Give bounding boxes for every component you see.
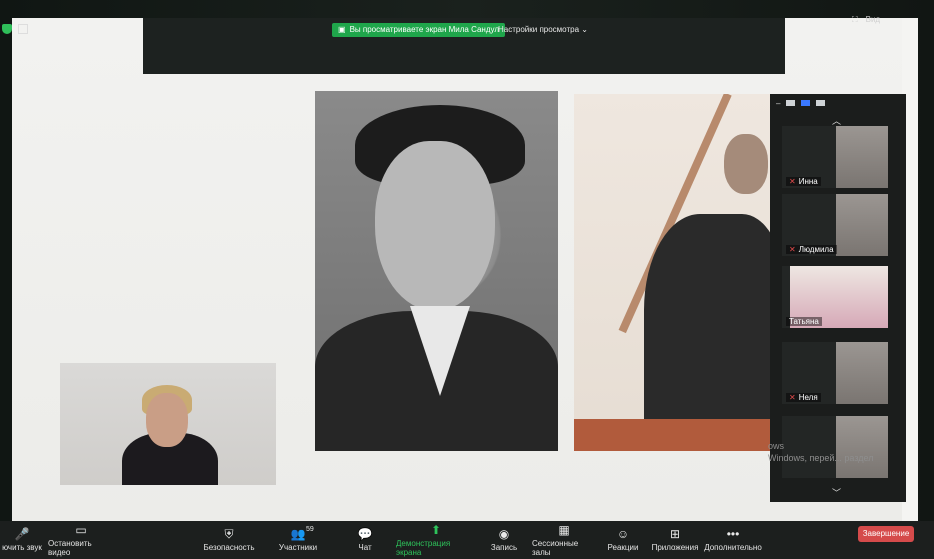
participant-video <box>836 342 888 404</box>
screen-share-icon: ▣ <box>338 25 346 34</box>
portrait-photo-bw <box>315 91 558 451</box>
apps-button[interactable]: ⊞ Приложения <box>650 521 700 559</box>
view-menu[interactable]: ⛶ Вид <box>852 15 880 25</box>
chat-icon: 💬 <box>357 527 373 541</box>
participant-tile[interactable]: ✕ Неля <box>782 342 888 404</box>
participant-label: Татьяна <box>786 317 822 326</box>
breakout-rooms-button[interactable]: ▦ Сессионные залы <box>532 521 596 559</box>
breakout-grid-icon: ▦ <box>558 522 570 537</box>
top-left-icons <box>2 24 28 34</box>
participant-tile[interactable]: Татьяна <box>782 266 888 328</box>
thumbnail-view-icon[interactable] <box>786 100 796 106</box>
view-options-button[interactable]: Настройки просмотра ⌄ <box>498 23 588 37</box>
camera-icon: ▭ <box>75 522 87 537</box>
video-button[interactable]: ▭ Остановить видео <box>48 521 114 559</box>
participant-video <box>836 194 888 256</box>
participant-video <box>836 126 888 188</box>
view-label: Вид <box>865 15 881 24</box>
participants-count: 59 <box>306 526 314 533</box>
meeting-toolbar: 🎤 ючить звук ▭ Остановить видео ⛨ Безопа… <box>0 521 934 559</box>
record-icon: ◉ <box>498 527 510 541</box>
people-icon: 👥 <box>290 527 306 541</box>
share-screen-button[interactable]: ⬆ Демонстрация экрана <box>396 521 476 559</box>
participant-label: ✕ Людмила <box>786 245 837 254</box>
fullscreen-icon[interactable]: ⛶ <box>852 15 858 25</box>
participant-tile[interactable]: ✕ Людмила <box>782 194 888 256</box>
record-button[interactable]: ◉ Запись <box>490 521 518 559</box>
participant-tile[interactable]: ✕ Инна <box>782 126 888 188</box>
chevron-down-icon: ⌄ <box>581 25 588 34</box>
smiley-icon: ☺ <box>616 527 630 541</box>
share-screen-icon: ⬆ <box>430 522 442 537</box>
more-button[interactable]: ••• Дополнительно <box>704 521 762 559</box>
participants-button[interactable]: 👥 Участники 59 <box>276 521 320 559</box>
chat-button[interactable]: 💬 Чат <box>352 521 378 559</box>
grid-icon[interactable] <box>18 24 28 34</box>
unmute-button[interactable]: 🎤 ючить звук <box>2 521 42 559</box>
participant-label: ✕ Неля <box>786 393 821 402</box>
mic-muted-icon: ✕ <box>789 393 796 402</box>
presenter-video <box>60 363 276 485</box>
minimize-icon[interactable]: – <box>776 99 780 108</box>
shield-icon <box>2 24 12 34</box>
share-indicator-text: Вы просматриваете экран Мила Сандул <box>349 25 499 34</box>
shield-icon: ⛨ <box>224 527 234 541</box>
mic-muted-icon: ✕ <box>789 177 796 186</box>
mic-muted-icon: 🎤 <box>14 527 30 541</box>
end-meeting-button[interactable]: Завершение <box>858 526 914 542</box>
view-options-label: Настройки просмотра <box>498 25 580 34</box>
security-button[interactable]: ⛨ Безопасность <box>202 521 256 559</box>
scroll-down-icon[interactable]: ﹀ <box>832 486 841 499</box>
windows-activation-watermark: ows Windows, перей... раздел <box>768 441 874 463</box>
gallery-view-icon[interactable] <box>801 100 811 106</box>
standing-man-photo <box>574 94 774 451</box>
reactions-button[interactable]: ☺ Реакции <box>606 521 640 559</box>
more-dots-icon: ••• <box>726 527 740 541</box>
share-indicator[interactable]: ▣ Вы просматриваете экран Мила Сандул <box>332 23 505 37</box>
mic-muted-icon: ✕ <box>789 245 796 254</box>
participant-label: ✕ Инна <box>786 177 821 186</box>
apps-icon: ⊞ <box>669 527 681 541</box>
speaker-view-icon[interactable] <box>816 100 826 106</box>
panel-header: – <box>770 94 912 112</box>
